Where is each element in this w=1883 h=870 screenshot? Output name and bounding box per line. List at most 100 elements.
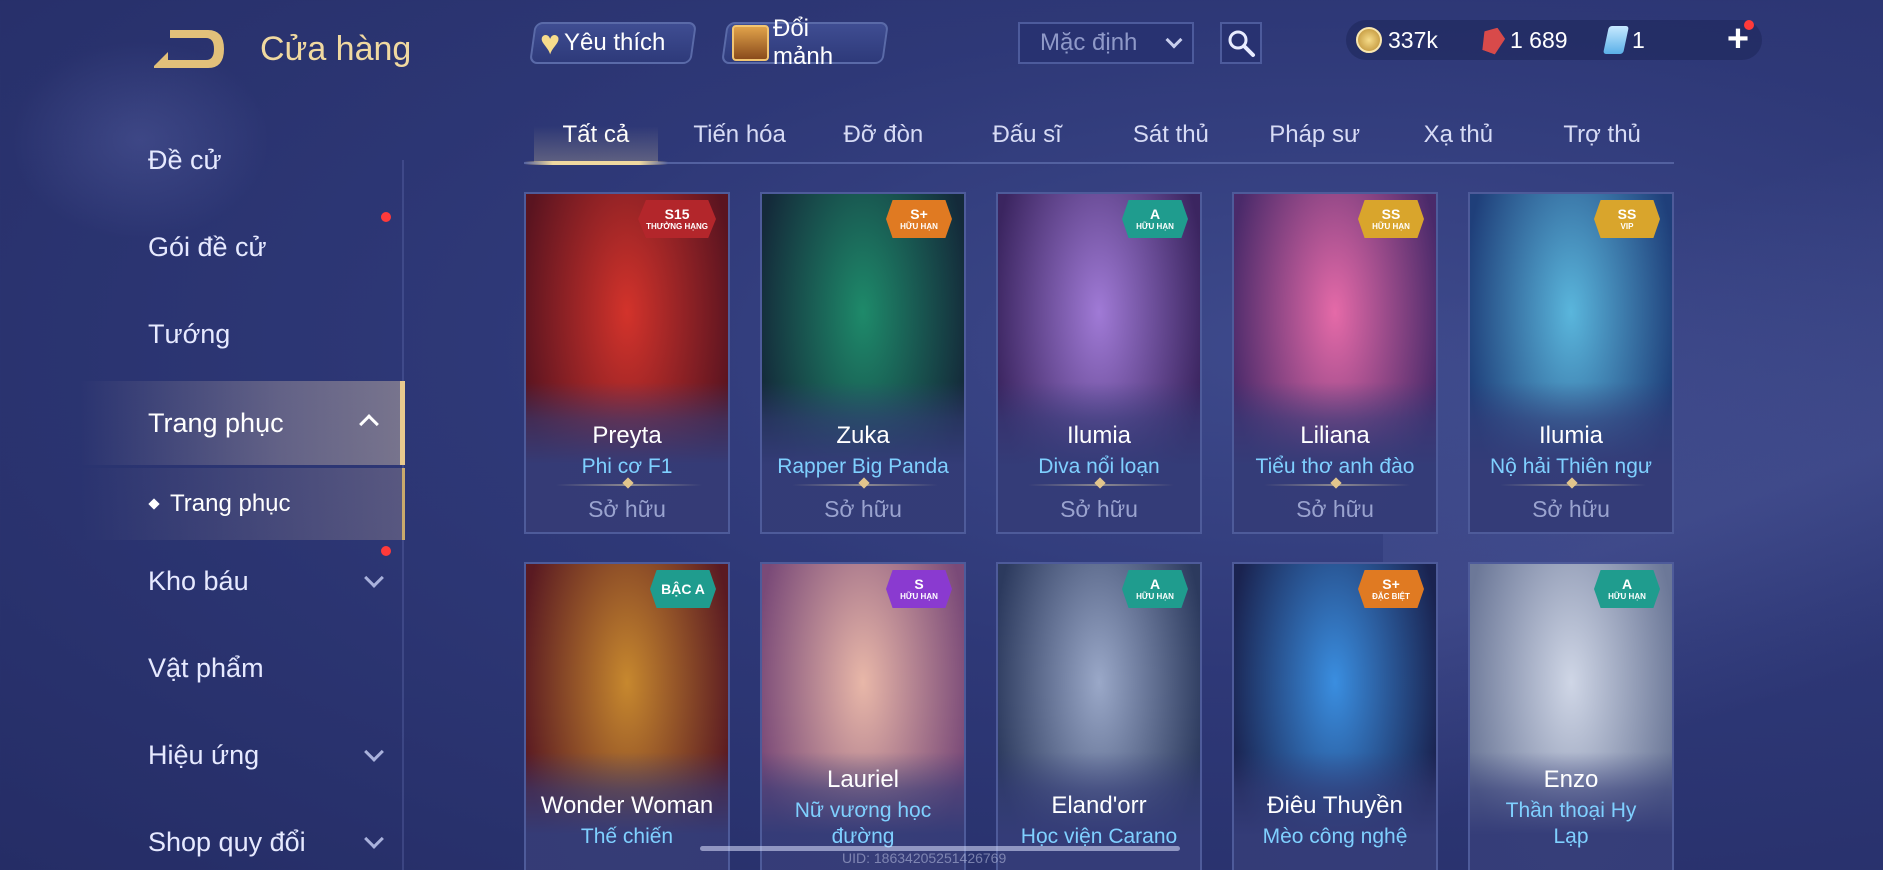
skin-name: Rapper Big Panda: [777, 455, 949, 478]
skin-name: Phi cơ F1: [581, 455, 673, 478]
exchange-fragments-button[interactable]: Đổi mảnh: [721, 15, 889, 70]
skin-name: Tiểu thơ anh đào: [1255, 455, 1415, 478]
skin-card[interactable]: SS VIP Ilumia Nộ hải Thiên ngư Sở hữu: [1468, 192, 1674, 534]
hero-name: Eland'orr: [1051, 792, 1147, 819]
sidebar-item-exchange-shop[interactable]: Shop quy đổi: [0, 802, 405, 870]
badge-subtext: HỮU HẠN: [1136, 222, 1174, 231]
notification-dot: [381, 212, 391, 222]
card-amount: 1: [1632, 26, 1645, 53]
sort-value: Mặc định: [1040, 29, 1138, 56]
badge-tier: S+: [910, 206, 928, 222]
sidebar-item-label: Gói đề cử: [148, 231, 267, 262]
skin-card[interactable]: SS HỮU HẠN Liliana Tiểu thơ anh đào Sở hữu: [1232, 192, 1438, 534]
skin-card[interactable]: S HỮU HẠN Lauriel Nữ vương học đường: [760, 562, 966, 870]
badge-tier: SS: [1617, 206, 1637, 222]
hero-name: Ilumia: [1066, 422, 1132, 449]
badge-tier: BẬC A: [661, 581, 705, 597]
hero-name: Preyta: [592, 422, 662, 449]
hero-name: Enzo: [1543, 766, 1599, 793]
sidebar-item-label: Tướng: [148, 318, 231, 349]
sidebar-item-featured[interactable]: Đề cử: [0, 120, 405, 200]
badge-tier: S15: [664, 206, 690, 222]
tab-fighter[interactable]: Đấu sĩ: [955, 112, 1099, 162]
sidebar-item-treasure[interactable]: Kho báu: [0, 541, 405, 621]
rarity-badge: S+ HỮU HẠN: [886, 200, 952, 238]
gold-coin-icon: [1356, 27, 1382, 53]
tab-marksman[interactable]: Xạ thủ: [1387, 112, 1531, 162]
sidebar-item-skins[interactable]: Trang phục: [0, 381, 405, 465]
skin-name: Nữ vương học đường: [794, 799, 932, 848]
skin-name: Nộ hải Thiên ngư: [1490, 455, 1652, 478]
tab-all[interactable]: Tất cả: [524, 112, 668, 165]
skin-card[interactable]: A HỮU HẠN Enzo Thần thoại Hy Lạp: [1468, 562, 1674, 870]
tab-assassin[interactable]: Sát thủ: [1099, 112, 1243, 162]
owned-status: Sở hữu: [1060, 496, 1138, 522]
hero-name: Ilumia: [1538, 422, 1604, 449]
skin-card[interactable]: A HỮU HẠN Eland'orr Học viện Carano: [996, 562, 1202, 870]
gold-amount: 337k: [1388, 26, 1438, 53]
sidebar-item-label: Trang phục: [148, 407, 284, 438]
sidebar-item-label: Shop quy đổi: [148, 826, 306, 857]
card-ornament: [1500, 484, 1646, 486]
badge-tier: A: [1149, 576, 1161, 592]
skin-name: Thần thoại Hy Lạp: [1505, 799, 1637, 848]
badge-subtext: THƯỞNG HẠNG: [646, 222, 708, 231]
diamond-bullet-icon: [148, 498, 160, 510]
rarity-badge: A HỮU HẠN: [1594, 570, 1660, 608]
heart-icon: ♥: [540, 24, 561, 62]
back-button[interactable]: [148, 26, 226, 72]
owned-status: Sở hữu: [1532, 496, 1610, 522]
rarity-badge: SS VIP: [1594, 200, 1660, 238]
rarity-badge: BẬC A: [650, 570, 716, 608]
search-icon: [1228, 30, 1255, 57]
tab-evolution[interactable]: Tiến hóa: [668, 112, 812, 162]
sidebar-subitem-skins[interactable]: Trang phục: [0, 468, 405, 540]
badge-tier: A: [1621, 576, 1633, 592]
card-ornament: [556, 484, 702, 486]
rarity-badge: A HỮU HẠN: [1122, 200, 1188, 238]
skin-card[interactable]: A HỮU HẠN Ilumia Diva nổi loạn Sở hữu: [996, 192, 1202, 534]
sidebar-item-label: Đề cử: [148, 144, 222, 175]
tab-support[interactable]: Trợ thủ: [1530, 112, 1674, 162]
rarity-badge: A HỮU HẠN: [1122, 570, 1188, 608]
gem-currency: 1 689: [1482, 22, 1568, 58]
sidebar-item-label: Kho báu: [148, 565, 249, 596]
owned-status: Sở hữu: [824, 496, 902, 522]
hero-name: Điêu Thuyền: [1267, 792, 1403, 819]
sort-dropdown[interactable]: Mặc định: [1018, 22, 1194, 64]
skin-card[interactable]: S+ ĐẶC BIỆT Điêu Thuyền Mèo công nghệ: [1232, 562, 1438, 870]
chevron-up-icon: [359, 414, 379, 434]
badge-tier: S+: [1382, 576, 1400, 592]
sidebar-item-featured-bundles[interactable]: Gói đề cử: [0, 207, 405, 287]
card-currency: 1: [1603, 22, 1645, 58]
favorites-button[interactable]: ♥ Yêu thích: [529, 22, 697, 64]
card-ornament: [792, 484, 938, 486]
skin-card[interactable]: S+ HỮU HẠN Zuka Rapper Big Panda Sở hữu: [760, 192, 966, 534]
badge-tier: SS: [1381, 206, 1401, 222]
back-arrow-icon: [154, 30, 224, 68]
sidebar-item-effects[interactable]: Hiệu ứng: [0, 715, 405, 795]
page-title: Cửa hàng: [260, 30, 412, 68]
rarity-badge: S15 THƯỞNG HẠNG: [638, 200, 716, 238]
hero-name: Liliana: [1300, 422, 1370, 449]
owned-status: Sở hữu: [588, 496, 666, 522]
skin-name: Diva nổi loạn: [1038, 455, 1160, 478]
hero-name: Wonder Woman: [540, 792, 714, 819]
tab-tank[interactable]: Đỡ đòn: [812, 112, 956, 162]
favorites-label: Yêu thích: [564, 29, 666, 56]
rarity-badge: S HỮU HẠN: [886, 570, 952, 608]
notification-dot: [1744, 20, 1754, 30]
chevron-down-icon: [364, 742, 384, 762]
sidebar-item-label: Hiệu ứng: [148, 739, 260, 770]
skin-name: Thế chiến: [580, 825, 674, 848]
rarity-badge: S+ ĐẶC BIỆT: [1358, 570, 1424, 608]
sidebar-item-heroes[interactable]: Tướng: [0, 294, 405, 374]
search-button[interactable]: [1220, 22, 1262, 64]
card-ornament: [1264, 484, 1410, 486]
badge-subtext: ĐẶC BIỆT: [1372, 592, 1410, 601]
skin-card[interactable]: S15 THƯỞNG HẠNG Preyta Phi cơ F1 Sở hữu: [524, 192, 730, 534]
sidebar-item-items[interactable]: Vật phẩm: [0, 628, 405, 708]
chevron-down-icon: [1165, 31, 1183, 49]
tab-mage[interactable]: Pháp sư: [1243, 112, 1387, 162]
skin-card[interactable]: BẬC A Wonder Woman Thế chiến: [524, 562, 730, 870]
